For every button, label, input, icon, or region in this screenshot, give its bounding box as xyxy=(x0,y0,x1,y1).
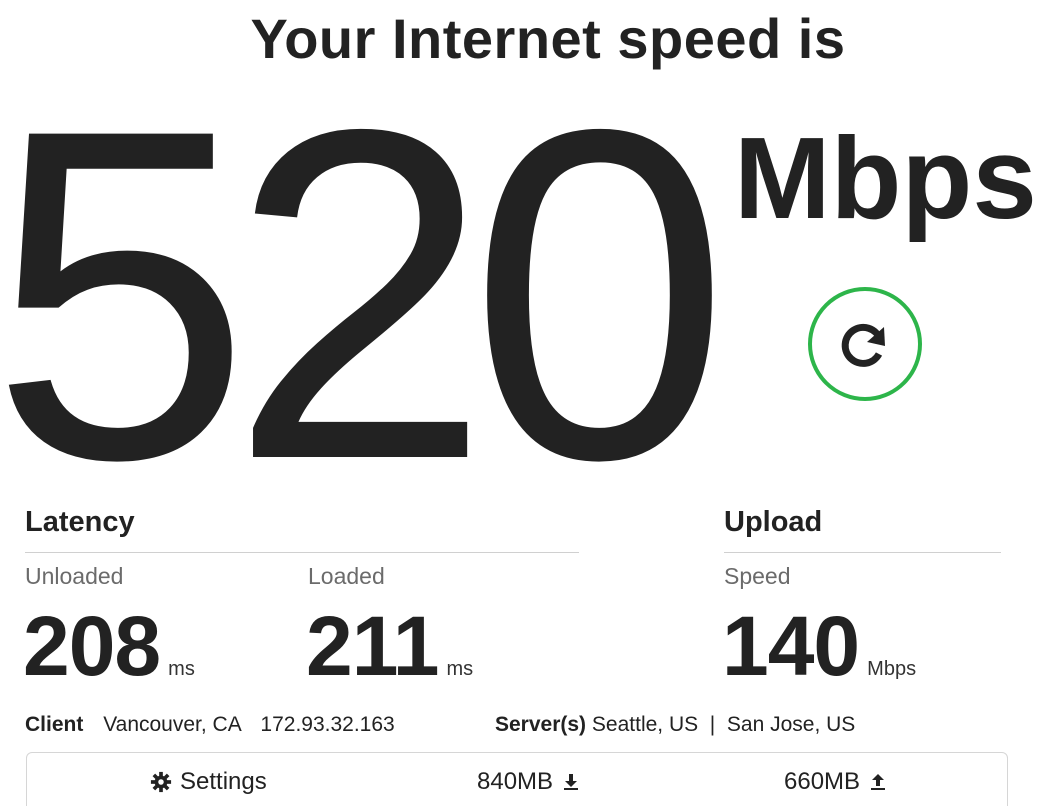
gear-icon xyxy=(150,771,172,793)
download-data-value: 840MB xyxy=(477,768,554,795)
upload-data-used: 660MB xyxy=(784,768,886,796)
latency-title: Latency xyxy=(25,506,135,538)
loaded-latency-value: 211 xyxy=(306,599,440,693)
client-location: Vancouver, CA xyxy=(103,713,241,736)
unloaded-latency-value: 208 xyxy=(23,599,161,693)
unloaded-latency-unit: ms xyxy=(168,658,195,680)
unloaded-label: Unloaded xyxy=(25,563,124,589)
upload-divider xyxy=(724,552,1001,553)
download-icon xyxy=(564,774,579,790)
unloaded-latency: 208 ms xyxy=(23,598,195,695)
refresh-button[interactable] xyxy=(808,287,922,401)
download-data-used: 840MB xyxy=(477,768,579,796)
refresh-icon xyxy=(841,323,885,367)
speed-test-page: Your Internet speed is 520 Mbps Latency … xyxy=(0,0,1052,806)
client-info: Client Vancouver, CA 172.93.32.163 xyxy=(25,713,395,737)
upload-speed-unit: Mbps xyxy=(867,658,917,680)
footer-bar: Settings 840MB 660MB xyxy=(26,752,1008,806)
settings-label: Settings xyxy=(180,768,267,795)
settings-button[interactable]: Settings xyxy=(150,768,267,796)
upload-data-value: 660MB xyxy=(784,768,861,795)
loaded-label: Loaded xyxy=(308,563,385,589)
upload-speed-label: Speed xyxy=(724,563,791,589)
server-info: Server(s) Seattle, US | San Jose, US xyxy=(495,713,855,737)
upload-speed-value: 140 xyxy=(722,599,860,693)
loaded-latency: 211 ms xyxy=(306,598,473,695)
client-ip: 172.93.32.163 xyxy=(260,713,395,736)
download-speed-units: Mbps xyxy=(734,113,1037,243)
upload-title: Upload xyxy=(724,506,823,538)
server-list: Seattle, US | San Jose, US xyxy=(591,713,856,736)
client-label: Client xyxy=(25,713,84,736)
latency-divider xyxy=(25,552,579,553)
upload-icon xyxy=(871,774,886,790)
download-speed-value: 520 xyxy=(0,32,730,557)
upload-speed: 140 Mbps xyxy=(722,598,916,695)
server-label: Server(s) xyxy=(495,713,587,736)
loaded-latency-unit: ms xyxy=(446,658,474,680)
